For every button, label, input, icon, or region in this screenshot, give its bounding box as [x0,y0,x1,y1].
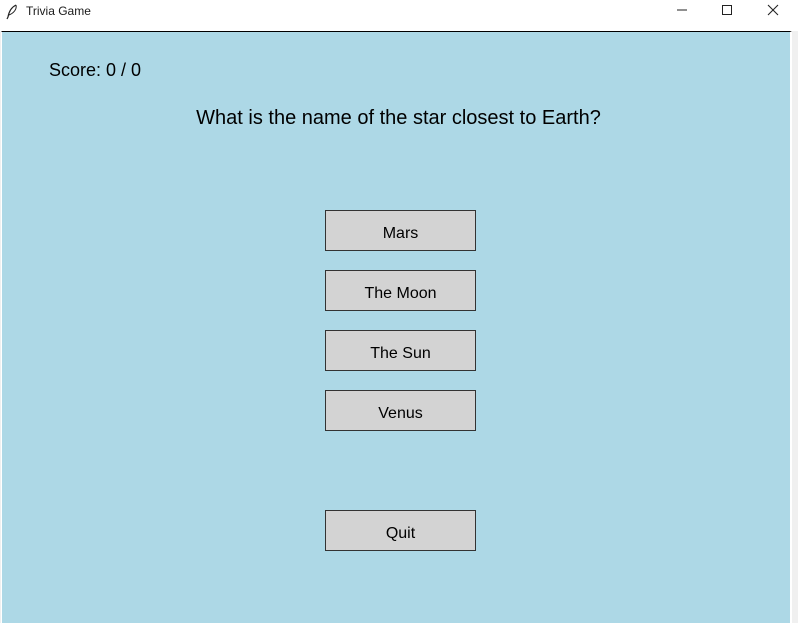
answer-button-the-moon[interactable]: The Moon [325,270,476,311]
score-label: Score: 0 / 0 [49,60,142,80]
close-button[interactable] [750,0,796,24]
answer-button-the-sun[interactable]: The Sun [325,330,476,371]
close-icon [767,3,779,21]
app-window: Trivia Game Score: 0 / 0 What is the nam… [0,0,798,629]
window-title: Trivia Game [26,4,91,18]
quit-button[interactable]: Quit [325,510,476,551]
answer-button-mars[interactable]: Mars [325,210,476,251]
title-bar[interactable]: Trivia Game [0,0,798,31]
window-bottom-border [0,623,798,629]
answer-button-venus[interactable]: Venus [325,390,476,431]
minimize-button[interactable] [659,0,705,24]
question-text: What is the name of the star closest to … [196,107,601,129]
game-area: Score: 0 / 0 What is the name of the sta… [1,31,792,623]
minimize-icon [676,3,688,21]
maximize-icon [721,3,733,21]
maximize-button[interactable] [704,0,750,24]
feather-icon [5,4,19,20]
